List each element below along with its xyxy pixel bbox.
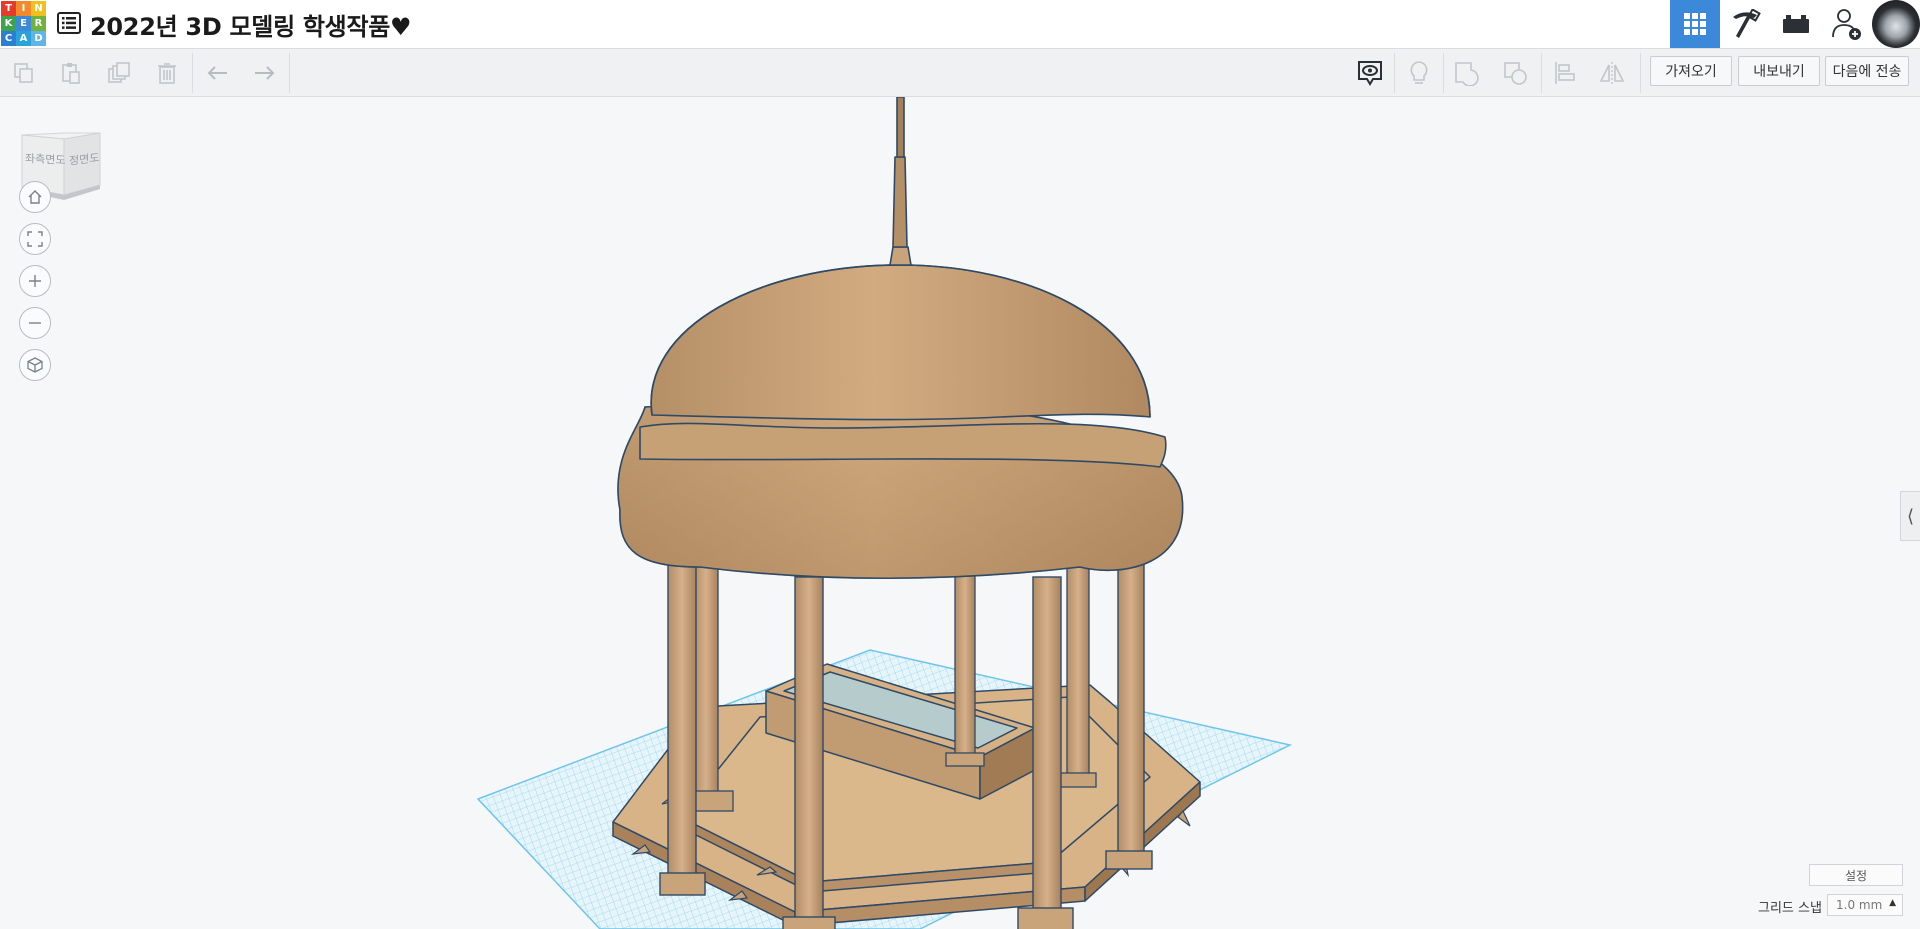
group-icon bbox=[1455, 62, 1479, 86]
logo-letter: I bbox=[16, 1, 31, 16]
gazebo-dome[interactable] bbox=[617, 97, 1184, 580]
3d-design-view-button[interactable] bbox=[1670, 0, 1720, 48]
redo-button[interactable] bbox=[248, 57, 280, 89]
logo-letter: E bbox=[16, 16, 31, 31]
grid-view-icon bbox=[1684, 13, 1706, 35]
logo-letter: A bbox=[16, 31, 31, 46]
panel-collapse-toggle[interactable]: ⟨ bbox=[1900, 491, 1920, 541]
ungroup-icon bbox=[1504, 62, 1527, 85]
caret-up-icon: ▲ bbox=[1889, 898, 1896, 908]
duplicate-icon bbox=[108, 62, 130, 83]
edit-toolbar: 가져오기 내보내기 다음에 전송 bbox=[0, 49, 1920, 97]
copy-icon bbox=[14, 63, 33, 83]
undo-button[interactable] bbox=[202, 57, 234, 89]
ungroup-button[interactable] bbox=[1500, 57, 1532, 89]
3d-workplane-viewport[interactable]: 좌측면도 정면도 ⟨ 설정 그리드 스냅 1.0 mm ▲ bbox=[0, 97, 1920, 929]
bricks-icon bbox=[1783, 15, 1809, 33]
delete-button[interactable] bbox=[151, 57, 183, 89]
chevron-left-icon: ⟨ bbox=[1906, 505, 1915, 527]
lightbulb-button[interactable] bbox=[1403, 57, 1435, 89]
export-button[interactable]: 내보내기 bbox=[1738, 56, 1820, 86]
blocks-view-button[interactable] bbox=[1721, 0, 1771, 48]
import-button[interactable]: 가져오기 bbox=[1650, 56, 1732, 86]
settings-button[interactable]: 설정 bbox=[1809, 864, 1903, 886]
align-icon bbox=[1555, 62, 1575, 84]
design-title[interactable]: 2022년 3D 모델링 학생작품♥ bbox=[90, 7, 412, 42]
grid-snap-value: 1.0 mm bbox=[1836, 898, 1883, 912]
bricks-view-button[interactable] bbox=[1771, 0, 1821, 48]
lightbulb-icon bbox=[1410, 61, 1428, 84]
logo-letter: N bbox=[31, 1, 46, 16]
mirror-button[interactable] bbox=[1596, 57, 1628, 89]
top-bar: T I N K E R C A D 2022년 3D 모델링 학생작품♥ bbox=[0, 0, 1920, 49]
pickaxe-icon bbox=[1733, 9, 1761, 38]
logo-letter: K bbox=[1, 16, 16, 31]
logo-letter: D bbox=[31, 31, 46, 46]
3d-scene[interactable] bbox=[0, 97, 1920, 929]
copy-button[interactable] bbox=[8, 57, 40, 89]
user-avatar[interactable] bbox=[1872, 0, 1920, 48]
invite-collaborator-button[interactable] bbox=[1821, 0, 1871, 48]
grid-snap-select[interactable]: 1.0 mm ▲ bbox=[1827, 894, 1903, 916]
send-to-button[interactable]: 다음에 전송 bbox=[1825, 56, 1909, 86]
eye-bubble-icon bbox=[1358, 61, 1382, 86]
align-button[interactable] bbox=[1549, 57, 1581, 89]
add-user-icon bbox=[1832, 9, 1861, 40]
tinkercad-logo[interactable]: T I N K E R C A D bbox=[1, 1, 46, 46]
redo-icon bbox=[255, 66, 275, 80]
duplicate-button[interactable] bbox=[103, 57, 135, 89]
design-list-icon[interactable] bbox=[57, 12, 81, 34]
undo-icon bbox=[207, 66, 227, 80]
logo-letter: R bbox=[31, 16, 46, 31]
notes-visibility-button[interactable] bbox=[1354, 57, 1386, 89]
group-button[interactable] bbox=[1451, 57, 1483, 89]
grid-snap-label: 그리드 스냅 bbox=[1758, 901, 1822, 916]
trash-icon bbox=[158, 63, 176, 84]
paste-button[interactable] bbox=[55, 57, 87, 89]
logo-letter: T bbox=[1, 1, 16, 16]
mirror-icon bbox=[1599, 62, 1625, 84]
paste-icon bbox=[62, 63, 80, 84]
logo-letter: C bbox=[1, 31, 16, 46]
